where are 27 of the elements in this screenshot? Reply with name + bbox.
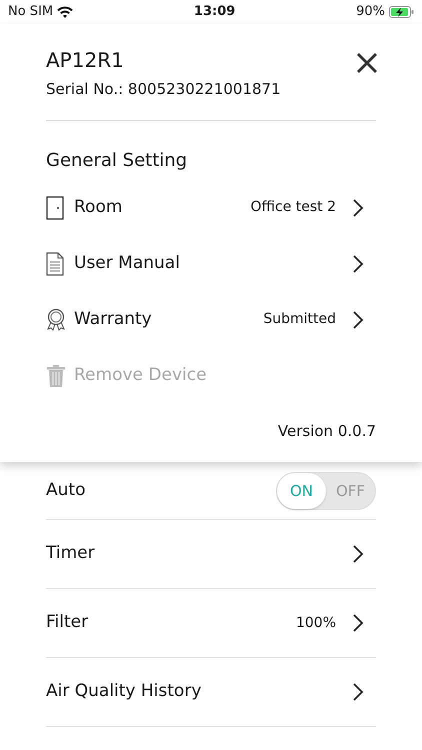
award-icon	[46, 308, 66, 332]
close-button[interactable]	[356, 50, 378, 74]
close-icon	[356, 52, 378, 74]
device-title: AP12R1	[46, 50, 125, 70]
trash-icon	[46, 364, 66, 388]
menu-item[interactable]: Warranty Submitted	[46, 292, 376, 348]
settings-row[interactable]: Timer	[46, 520, 376, 589]
wifi-icon	[57, 6, 74, 18]
chevron-icon	[352, 544, 364, 564]
setting-label: Auto	[46, 478, 86, 502]
chevron-icon	[352, 254, 364, 274]
clock-time: 13:09	[194, 3, 236, 22]
serial-number: Serial No.: 8005230221001871	[46, 79, 281, 100]
menu-item[interactable]: User Manual	[46, 236, 376, 292]
version-label: Version 0.0.7	[276, 420, 376, 442]
chevron-icon	[352, 682, 364, 702]
door-icon	[46, 196, 66, 220]
settings-row[interactable]: Filter 100%	[46, 589, 376, 658]
section-heading: General Setting	[46, 148, 188, 172]
battery-percentage: 90%	[356, 3, 385, 22]
chevron-icon	[352, 310, 364, 330]
document-icon	[46, 252, 66, 276]
chevron-icon	[352, 198, 364, 218]
menu-item[interactable]: Room Office test 2	[46, 180, 376, 236]
settings-row[interactable]: Air Quality History	[46, 658, 376, 727]
chevron-icon	[352, 613, 364, 633]
carrier-label: No SIM	[8, 3, 54, 22]
